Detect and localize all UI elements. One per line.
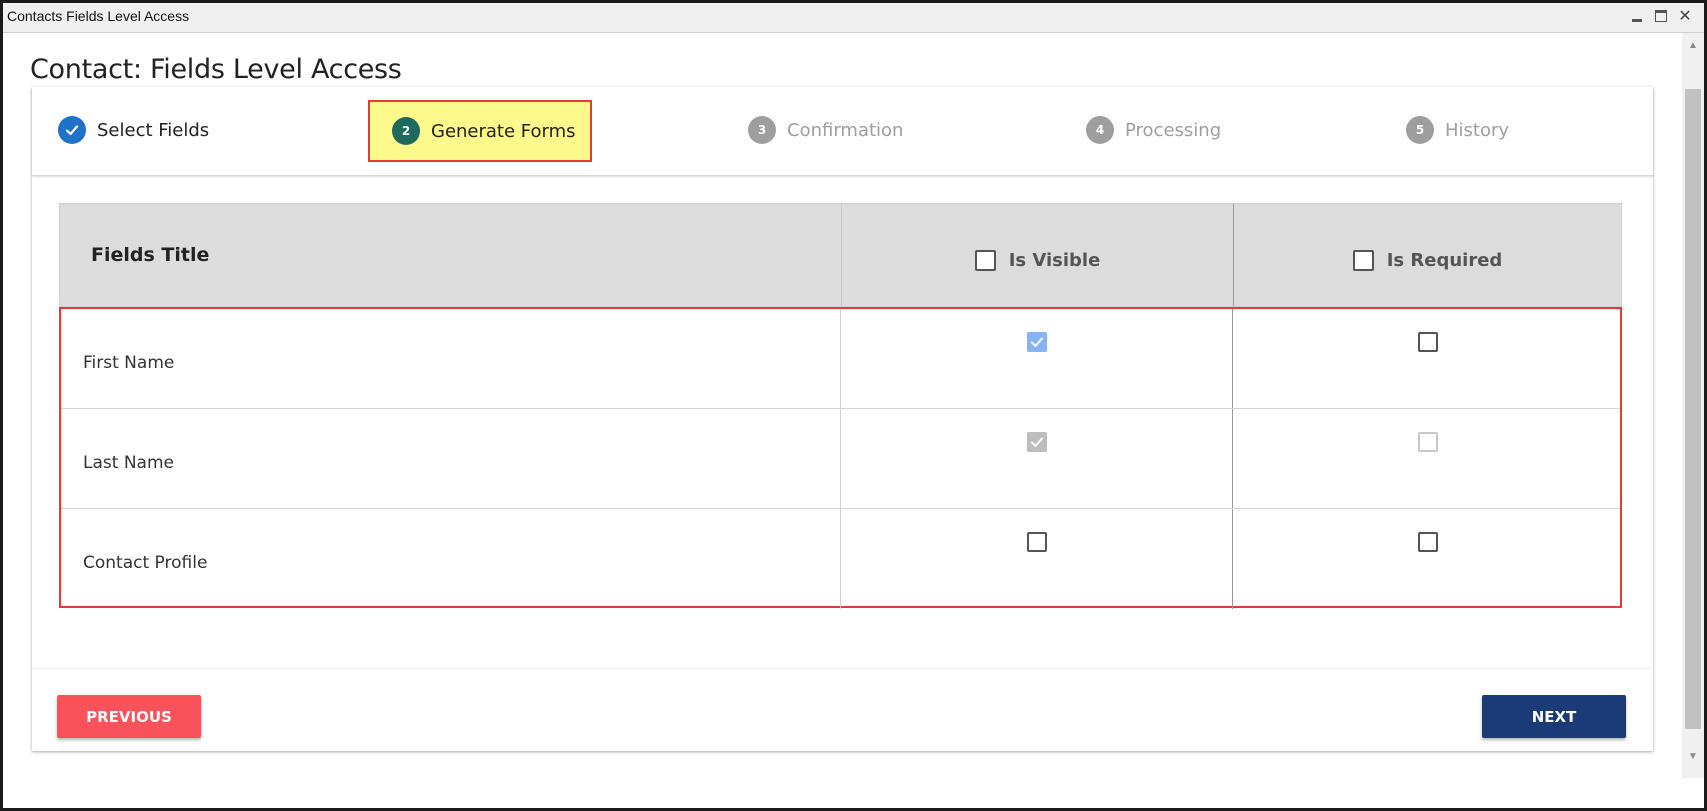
previous-button[interactable]: PREVIOUS xyxy=(57,695,201,738)
visible-checkbox[interactable] xyxy=(1026,332,1047,352)
header-label: Is Visible xyxy=(1008,249,1101,271)
required-cell xyxy=(1232,309,1622,408)
minimize-button[interactable] xyxy=(1626,6,1648,26)
step-select-fields[interactable]: Select Fields xyxy=(58,112,209,148)
required-checkbox[interactable] xyxy=(1417,532,1438,552)
visible-cell xyxy=(840,309,1232,408)
visible-cell xyxy=(840,409,1232,508)
table-body: First Name Last Name Contact Profile xyxy=(59,307,1622,609)
required-checkbox xyxy=(1417,432,1438,452)
check-icon xyxy=(1030,437,1043,447)
step-label: Confirmation xyxy=(787,119,904,141)
check-icon xyxy=(58,116,86,144)
check-icon xyxy=(1030,337,1043,347)
step-label: Select Fields xyxy=(97,119,210,141)
step-number: 2 xyxy=(392,117,420,145)
step-number: 5 xyxy=(1406,116,1434,144)
header-fields-title: Fields Title xyxy=(91,244,210,266)
fields-table: Fields Title Is Visible Is Required Firs… xyxy=(59,203,1622,609)
header-is-required: Is Required xyxy=(1233,204,1621,306)
visible-cell xyxy=(840,509,1232,609)
select-all-required-checkbox[interactable] xyxy=(1352,249,1374,271)
step-generate-forms[interactable]: 2 Generate Forms xyxy=(368,100,592,162)
vertical-scrollbar[interactable]: ▲ ▼ xyxy=(1682,33,1704,778)
maximize-icon xyxy=(1655,10,1667,22)
maximize-button[interactable] xyxy=(1650,6,1672,26)
wizard-card: Select Fields 2 Generate Forms 3 Confirm… xyxy=(32,87,1653,751)
step-number: 4 xyxy=(1086,116,1114,144)
app-window: Contacts Fields Level Access ✕ Contact: … xyxy=(0,0,1707,811)
next-button[interactable]: NEXT xyxy=(1482,695,1626,738)
header-is-visible: Is Visible xyxy=(841,204,1233,306)
visible-checkbox[interactable] xyxy=(1026,532,1047,552)
window-title: Contacts Fields Level Access xyxy=(7,8,190,24)
step-label: Generate Forms xyxy=(431,120,576,142)
footer-divider xyxy=(32,668,1653,669)
step-number: 3 xyxy=(748,116,776,144)
step-confirmation[interactable]: 3 Confirmation xyxy=(748,112,903,148)
step-history[interactable]: 5 History xyxy=(1406,112,1509,148)
step-processing[interactable]: 4 Processing xyxy=(1086,112,1221,148)
close-button[interactable]: ✕ xyxy=(1674,6,1696,26)
scroll-thumb[interactable] xyxy=(1685,89,1701,729)
header-label: Is Required xyxy=(1386,249,1503,271)
field-title: Last Name xyxy=(83,452,174,473)
page-title: Contact: Fields Level Access xyxy=(30,54,402,86)
scroll-down-icon[interactable]: ▼ xyxy=(1682,746,1704,766)
stepper: Select Fields 2 Generate Forms 3 Confirm… xyxy=(32,87,1653,176)
field-title: First Name xyxy=(83,352,175,373)
table-row: First Name xyxy=(61,309,1620,409)
visible-checkbox xyxy=(1026,432,1047,452)
minimize-icon xyxy=(1632,18,1642,22)
required-cell xyxy=(1232,509,1622,609)
step-label: History xyxy=(1445,119,1510,141)
table-header: Fields Title Is Visible Is Required xyxy=(59,203,1622,307)
close-icon: ✕ xyxy=(1678,8,1692,25)
main-content: Contact: Fields Level Access Select Fiel… xyxy=(3,33,1685,808)
required-checkbox[interactable] xyxy=(1417,332,1438,352)
table-row: Contact Profile xyxy=(61,509,1620,609)
step-label: Processing xyxy=(1125,119,1222,141)
select-all-visible-checkbox[interactable] xyxy=(974,249,996,271)
table-row: Last Name xyxy=(61,409,1620,509)
required-cell xyxy=(1232,409,1622,508)
window-titlebar: Contacts Fields Level Access ✕ xyxy=(3,3,1704,33)
field-title: Contact Profile xyxy=(83,553,208,573)
scroll-up-icon[interactable]: ▲ xyxy=(1682,35,1704,55)
